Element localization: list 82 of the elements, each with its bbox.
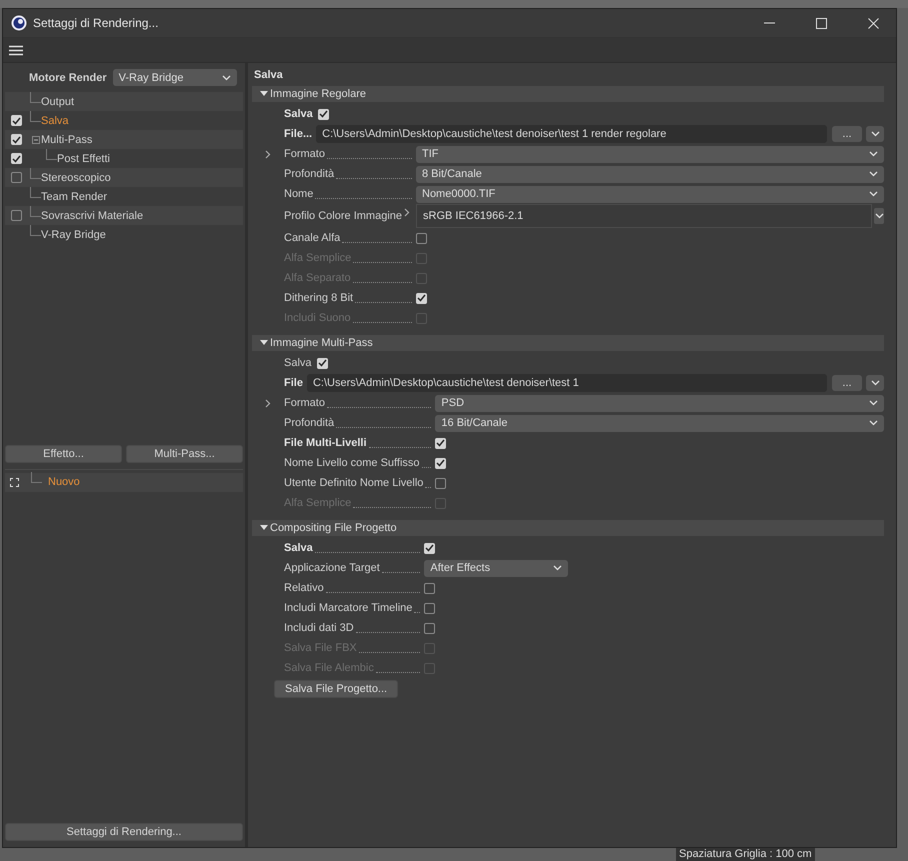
dropdown[interactable]: Nome0000.TIF [416,186,884,202]
file-path-field[interactable]: C:\Users\Admin\Desktop\caustiche\test denoiser\test 1 [306,374,827,392]
chevron-right-icon[interactable] [404,208,410,217]
field-label: Nome Livello come Suffisso [284,457,420,469]
maximize-icon [816,18,826,28]
field-label: Canale Alfa [284,232,340,244]
section-header[interactable]: Immagine Regolare [252,86,884,102]
field-label: Profondità [284,417,334,429]
minimize-icon [764,22,774,24]
field-label: Dithering 8 Bit [284,292,354,304]
field-label: Nome [284,188,314,200]
checkbox[interactable] [424,602,436,614]
dropdown[interactable]: 8 Bit/Canale [416,166,884,182]
tree-item[interactable]: Multi-Pass [41,134,92,146]
effect-item[interactable]: Nuovo [48,476,80,488]
window-title: Settaggi di Rendering... [33,16,160,30]
field-label: Relativo [284,582,324,594]
field-label: File... [284,128,312,140]
chevron-down-icon [869,420,878,426]
tree-item[interactable]: Team Render [41,190,108,202]
field-label: Salva [284,542,313,554]
dropdown[interactable]: 16 Bit/Canale [435,414,884,432]
app-logo-icon [11,15,27,31]
field-label: Formato [284,397,325,409]
checkbox[interactable] [10,172,22,183]
chevron-right-icon[interactable] [265,150,271,158]
field-label: Profondità [284,168,334,180]
dropdown[interactable]: TIF [416,146,884,162]
chevron-right-icon[interactable] [265,398,271,408]
field-label: Applicazione Target [284,562,380,574]
dropdown-button[interactable] [866,375,884,391]
chevron-down-icon [222,74,231,80]
chevron-down-icon [870,131,880,137]
field-label: Profilo Colore Immagine [284,210,402,222]
menu-icon[interactable] [9,44,23,56]
chevron-down-icon [870,380,880,386]
file-path-field[interactable]: C:\Users\Admin\Desktop\caustiche\test denoiser\test 1 render regolare [316,125,827,143]
tree-item[interactable]: Salva [41,114,69,126]
caret-icon [260,91,268,97]
field-label: File Multi-Livelli [284,437,367,449]
section-header[interactable]: Immagine Multi-Pass [252,335,884,351]
tree-item[interactable]: V-Ray Bridge [41,228,106,240]
tree-item[interactable]: Stereoscopico [41,172,111,184]
add-button[interactable]: Effetto... [5,444,122,462]
close-icon [868,18,878,28]
checkbox[interactable] [435,478,446,488]
field-label: Utente Definito Nome Livello [284,477,424,489]
chevron-down-icon [869,171,878,177]
caret-icon [260,340,268,346]
checkbox[interactable] [416,232,427,244]
caret-icon [260,525,268,531]
field-label: Includi Marcatore Timeline [284,602,412,614]
field-label: Formato [284,148,325,160]
dropdown[interactable]: PSD [435,394,884,412]
chevron-down-icon [869,151,878,157]
chevron-down-icon [874,213,884,219]
collapse-icon[interactable] [32,136,40,144]
render-engine-dropdown[interactable]: V-Ray Bridge [112,69,237,86]
section-header[interactable]: Compositing File Progetto [252,520,884,536]
page-title: Salva [253,69,284,83]
browse-button[interactable]: ... [832,375,862,391]
engine-label: Motore Render [29,72,107,84]
checkbox[interactable] [424,582,436,594]
field-label: File [284,377,303,389]
save-project-button[interactable]: Salva File Progetto... [274,680,398,698]
tree-item[interactable]: Post Effetti [57,152,110,164]
render-settings-button[interactable]: Settaggi di Rendering... [5,823,243,841]
field-label: Includi dati 3D [284,622,354,634]
field-label: Salva [284,357,312,369]
browse-button[interactable]: ... [832,126,862,142]
chevron-down-icon [869,400,878,406]
chevron-down-icon [553,565,562,571]
color-profile-field[interactable]: sRGB IEC61966-2.1 [416,204,872,228]
field-label: Salva [284,108,313,120]
dropdown-button[interactable] [866,126,884,142]
chevron-down-icon [869,191,878,197]
checkbox[interactable] [424,622,436,634]
status-text: Spaziatura Griglia : 100 cm [676,848,815,861]
dropdown[interactable]: After Effects [424,560,568,576]
tree-item[interactable]: Output [41,96,74,108]
checkbox[interactable] [10,210,22,221]
add-button[interactable]: Multi-Pass... [126,444,243,462]
